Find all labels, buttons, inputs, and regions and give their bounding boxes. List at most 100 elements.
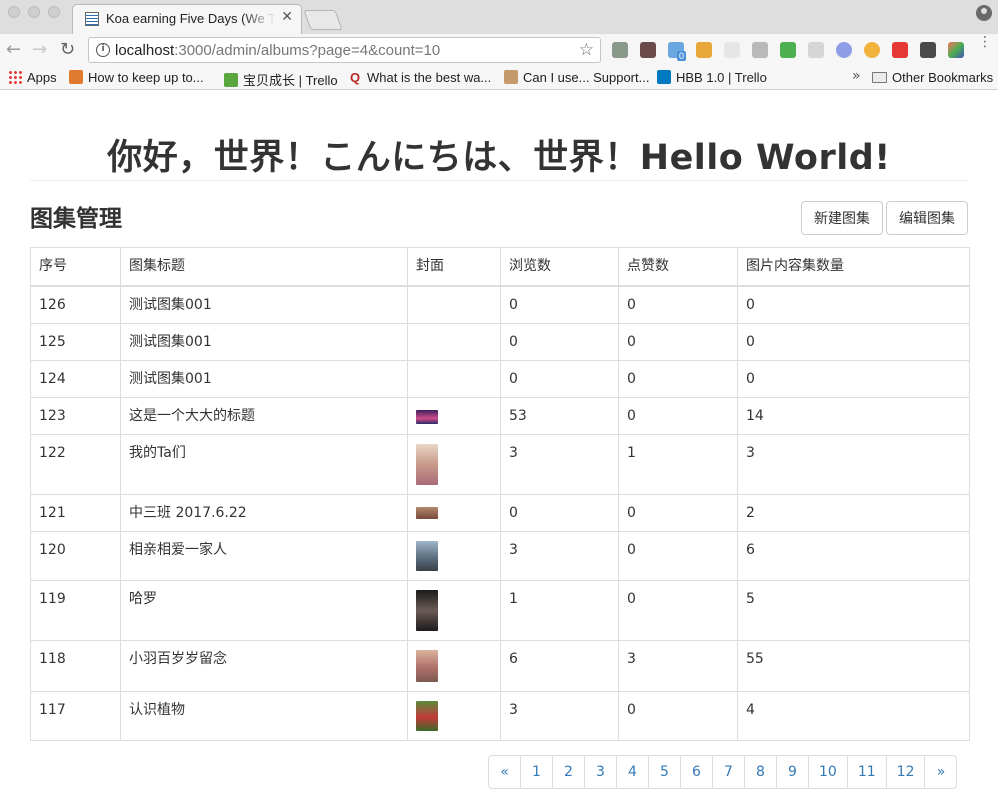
extension-color-icon[interactable] bbox=[948, 42, 964, 58]
pagination-page[interactable]: 1 bbox=[520, 755, 553, 789]
section-title: 图集管理 bbox=[30, 206, 122, 232]
pagination-page[interactable]: 8 bbox=[744, 755, 777, 789]
bookmarks-overflow-icon[interactable]: » bbox=[852, 68, 861, 84]
pagination-page[interactable]: 11 bbox=[846, 755, 887, 789]
cell-views: 0 bbox=[500, 285, 619, 324]
info-icon[interactable]: i bbox=[96, 43, 110, 57]
pagination-page[interactable]: 7 bbox=[712, 755, 745, 789]
table-row[interactable]: 123 这是一个大大的标题 53 0 14 bbox=[30, 396, 970, 435]
bookmark-quora[interactable]: Q What is the best wa... bbox=[350, 70, 491, 85]
cell-count: 55 bbox=[737, 639, 970, 692]
cell-cover bbox=[407, 639, 501, 692]
cell-likes: 0 bbox=[618, 285, 738, 324]
cell-id: 120 bbox=[30, 530, 121, 581]
pagination-page[interactable]: 6 bbox=[680, 755, 713, 789]
pagination-page[interactable]: 3 bbox=[584, 755, 617, 789]
url-text[interactable]: localhost:3000/admin/albums?page=4&count… bbox=[115, 42, 440, 59]
extension-chrome-icon[interactable] bbox=[864, 42, 880, 58]
cell-cover bbox=[407, 579, 501, 641]
cell-id: 124 bbox=[30, 359, 121, 398]
pagination-page[interactable]: 12 bbox=[885, 755, 926, 789]
url-host: localhost bbox=[115, 42, 175, 59]
pagination-page[interactable]: 9 bbox=[776, 755, 809, 789]
new-album-button[interactable]: 新建图集 bbox=[801, 201, 883, 235]
album-cover-image[interactable] bbox=[416, 700, 438, 731]
cell-title: 测试图集001 bbox=[120, 359, 408, 398]
pagination-page[interactable]: 10 bbox=[808, 755, 848, 789]
close-window-button[interactable] bbox=[8, 6, 20, 18]
extension-r-icon[interactable] bbox=[836, 42, 852, 58]
back-icon[interactable]: ← bbox=[6, 39, 21, 60]
album-cover-image[interactable] bbox=[416, 409, 438, 424]
column-header-title: 图集标题 bbox=[120, 247, 408, 287]
table-row[interactable]: 118 小羽百岁岁留念 6 3 55 bbox=[30, 639, 970, 692]
table-row[interactable]: 126 测试图集001 0 0 0 bbox=[30, 285, 970, 324]
reload-icon[interactable]: ↻ bbox=[60, 39, 75, 60]
address-bar[interactable]: i localhost:3000/admin/albums?page=4&cou… bbox=[88, 37, 601, 63]
page-content: 你好，世界！こんにちは、世界！Hello World! 图集管理 新建图集 编辑… bbox=[0, 91, 998, 811]
bookmark-label: How to keep up to... bbox=[88, 70, 204, 85]
bookmark-label: 宝贝成长 | Trello bbox=[243, 73, 338, 88]
trello-board-icon bbox=[224, 73, 238, 87]
table-row[interactable]: 117 认识植物 3 0 4 bbox=[30, 690, 970, 741]
bookmark-label: HBB 1.0 | Trello bbox=[676, 70, 767, 85]
extension-badge-icon[interactable]: 0 bbox=[668, 42, 686, 61]
cell-count: 0 bbox=[737, 322, 970, 361]
cell-id: 125 bbox=[30, 322, 121, 361]
pagination-page[interactable]: 2 bbox=[552, 755, 585, 789]
bookmark-trello-baby[interactable]: 宝贝成长 | Trello bbox=[224, 70, 338, 89]
extension-evernote-icon[interactable] bbox=[612, 42, 628, 58]
edit-album-button[interactable]: 编辑图集 bbox=[886, 201, 968, 235]
cell-id: 126 bbox=[30, 285, 121, 324]
album-cover-image[interactable] bbox=[416, 443, 438, 485]
column-header-views: 浏览数 bbox=[500, 247, 619, 287]
album-cover-image[interactable] bbox=[416, 506, 438, 519]
pagination: « 1 2 3 4 5 6 7 8 9 10 11 12 » bbox=[488, 755, 958, 789]
new-tab-button[interactable] bbox=[303, 10, 343, 30]
extension-window-icon[interactable] bbox=[808, 42, 824, 58]
pagination-page[interactable]: 5 bbox=[648, 755, 681, 789]
bookmark-apps[interactable]: Apps bbox=[8, 70, 57, 85]
cell-title: 我的Ta们 bbox=[120, 433, 408, 495]
bookmark-caniuse[interactable]: Can I use... Support... bbox=[504, 70, 649, 85]
extension-folder-icon[interactable] bbox=[696, 42, 712, 58]
extension-picker-icon[interactable] bbox=[920, 42, 936, 58]
table-row[interactable]: 125 测试图集001 0 0 0 bbox=[30, 322, 970, 361]
bookmark-hbb-trello[interactable]: HBB 1.0 | Trello bbox=[657, 70, 767, 85]
pagination-next[interactable]: » bbox=[924, 755, 958, 789]
albums-table: 序号 图集标题 封面 浏览数 点赞数 图片内容集数量 126 测试图集001 0… bbox=[30, 247, 970, 741]
table-row[interactable]: 122 我的Ta们 3 1 3 bbox=[30, 433, 970, 495]
extension-ghost-icon[interactable] bbox=[724, 42, 740, 58]
hero-divider bbox=[30, 180, 968, 181]
album-cover-image[interactable] bbox=[416, 540, 438, 571]
bookmark-keep-up[interactable]: How to keep up to... bbox=[69, 70, 204, 85]
close-tab-icon[interactable]: ✕ bbox=[281, 9, 293, 25]
table-row[interactable]: 121 中三班 2017.6.22 0 0 2 bbox=[30, 493, 970, 532]
forward-icon[interactable]: → bbox=[32, 39, 47, 60]
extension-v-icon[interactable] bbox=[752, 42, 768, 58]
table-header-row: 序号 图集标题 封面 浏览数 点赞数 图片内容集数量 bbox=[30, 247, 970, 287]
cell-count: 0 bbox=[737, 359, 970, 398]
table-row[interactable]: 119 哈罗 1 0 5 bbox=[30, 579, 970, 641]
browser-tab[interactable]: Koa earning Five Days (We The ✕ bbox=[72, 4, 302, 34]
minimize-window-button[interactable] bbox=[28, 6, 40, 18]
pagination-page[interactable]: 4 bbox=[616, 755, 649, 789]
other-bookmarks[interactable]: Other Bookmarks bbox=[872, 70, 993, 85]
cell-count: 0 bbox=[737, 285, 970, 324]
extension-mask-icon[interactable] bbox=[640, 42, 656, 58]
quora-icon: Q bbox=[350, 70, 361, 85]
extension-cors-icon[interactable] bbox=[780, 42, 796, 58]
table-row[interactable]: 124 测试图集001 0 0 0 bbox=[30, 359, 970, 398]
table-row[interactable]: 120 相亲相爱一家人 3 0 6 bbox=[30, 530, 970, 581]
bookmark-label: Can I use... Support... bbox=[523, 70, 650, 85]
pagination-prev[interactable]: « bbox=[488, 755, 521, 789]
extension-m-icon[interactable] bbox=[892, 42, 908, 58]
cell-cover bbox=[407, 359, 501, 398]
bookmark-label: What is the best wa... bbox=[367, 70, 492, 85]
album-cover-image[interactable] bbox=[416, 589, 438, 631]
zoom-window-button[interactable] bbox=[48, 6, 60, 18]
album-cover-image[interactable] bbox=[416, 649, 438, 682]
profile-icon[interactable] bbox=[976, 5, 992, 21]
browser-menu-icon[interactable]: ⋮ bbox=[978, 35, 992, 49]
bookmark-star-icon[interactable]: ☆ bbox=[579, 40, 594, 60]
